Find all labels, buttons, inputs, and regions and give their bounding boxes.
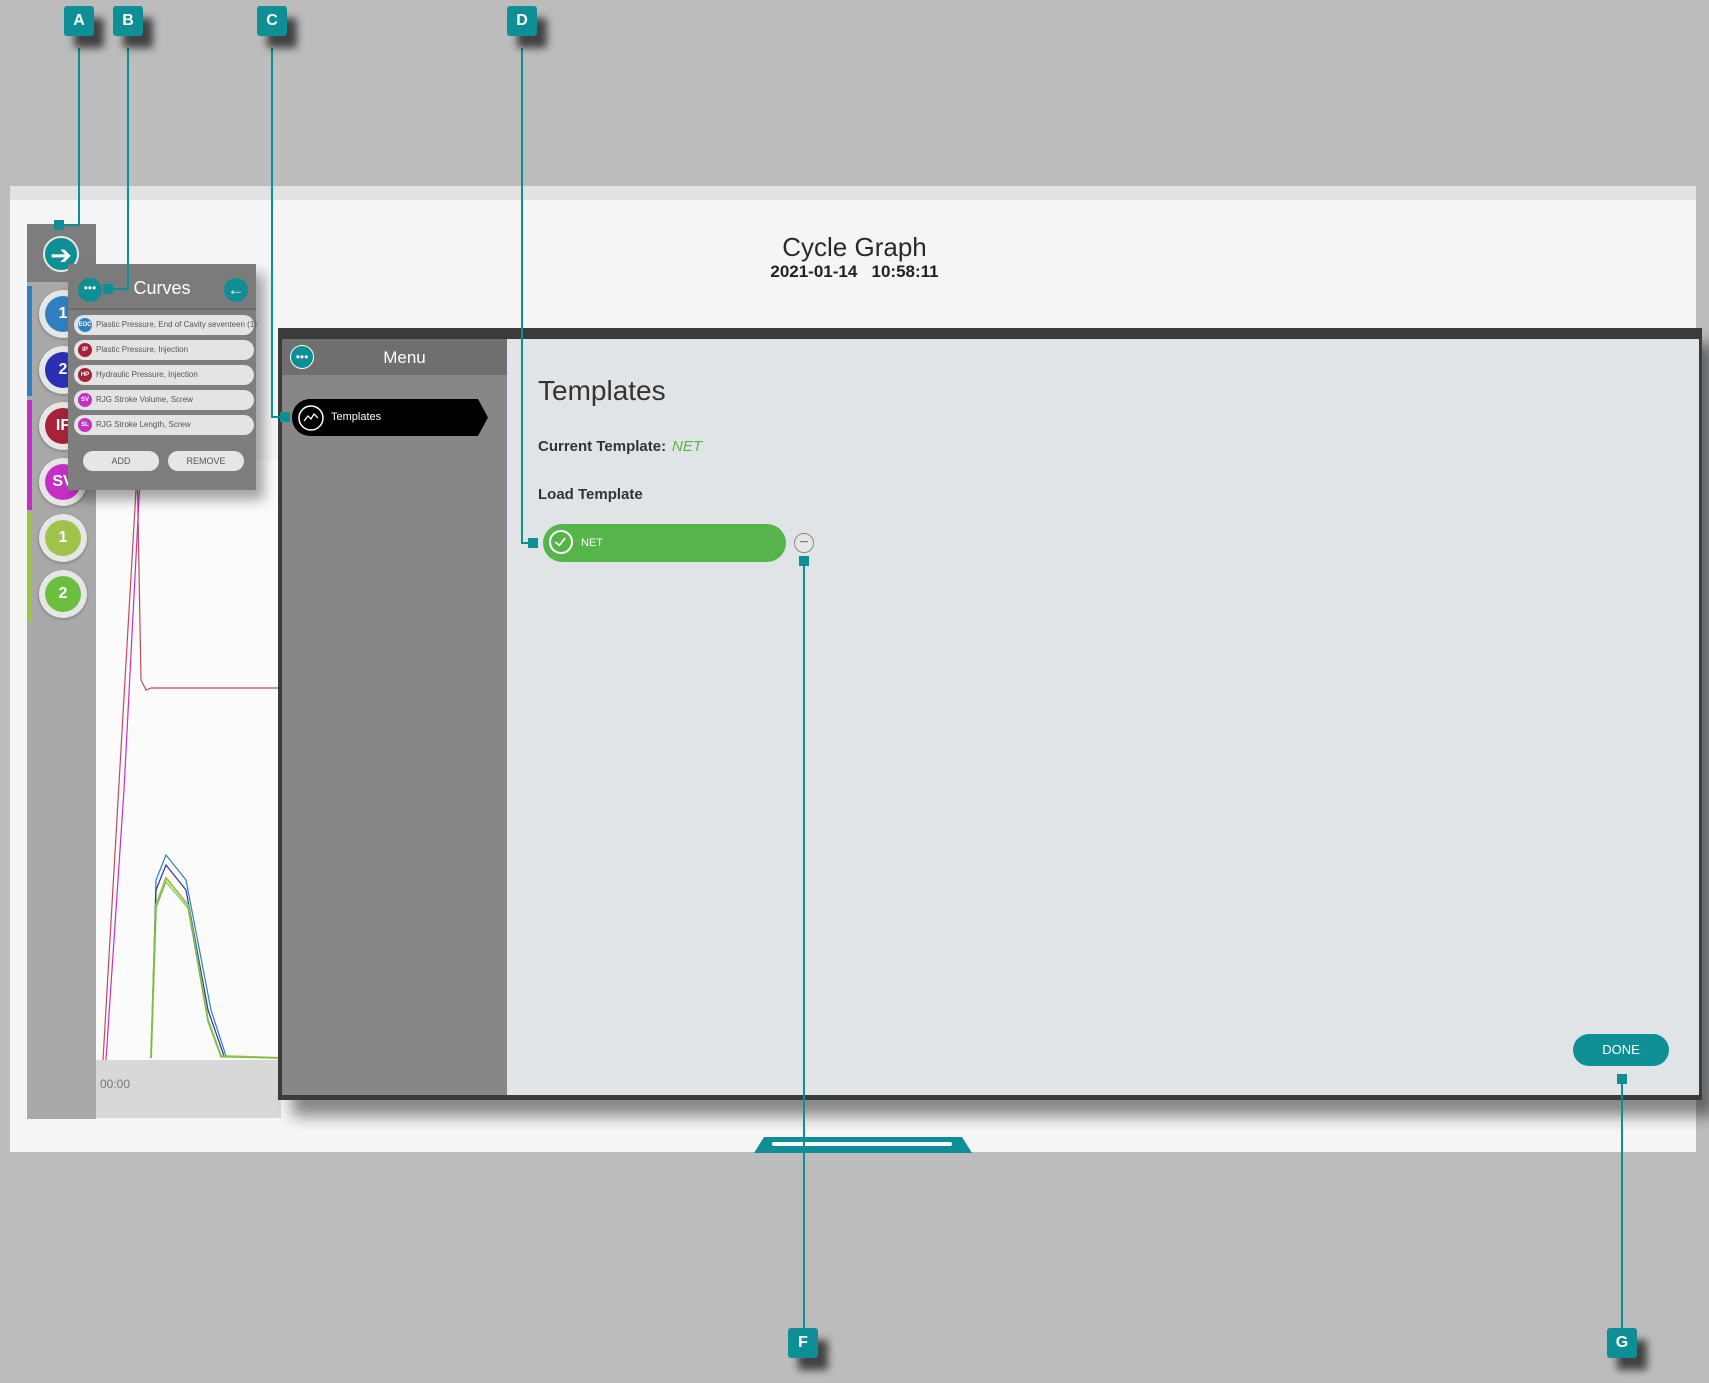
- minus-circle-icon: −: [799, 534, 809, 551]
- trace-injection-pressure-hold: [136, 459, 281, 691]
- curve-label: Plastic Pressure, Injection: [96, 345, 189, 354]
- curve-label: RJG Stroke Length, Screw: [96, 420, 191, 429]
- curve-list-item[interactable]: HP Hydraulic Pressure, Injection: [74, 365, 254, 385]
- callout-leader-f: [803, 560, 805, 1340]
- load-template-label: Load Template: [538, 486, 643, 503]
- current-template-value: NET: [672, 438, 702, 455]
- callout-d: D: [507, 6, 537, 36]
- callout-marker-f: [799, 556, 809, 566]
- curve-list-item[interactable]: SV RJG Stroke Volume, Screw: [74, 390, 254, 410]
- curves-more-button[interactable]: •••: [78, 278, 102, 302]
- cycle-timestamp: 2021-01-14 10:58:11: [0, 262, 1709, 282]
- done-button[interactable]: DONE: [1573, 1034, 1669, 1066]
- callout-leader-d: [521, 48, 523, 544]
- curve-badge: SV: [78, 393, 92, 407]
- curve-badge: SL: [78, 418, 92, 432]
- trace-cavity-2: [150, 863, 282, 1059]
- check-icon: [549, 530, 573, 554]
- callout-leader-g: [1621, 1081, 1623, 1341]
- chip-label: 1: [45, 520, 81, 556]
- callout-g: G: [1607, 1328, 1637, 1358]
- curves-collapse-button[interactable]: ←: [224, 278, 248, 302]
- cycle-time: 10:58:11: [871, 262, 939, 281]
- rail-stripe: [27, 400, 32, 510]
- curve-badge: HP: [78, 368, 92, 382]
- curve-label: Hydraulic Pressure, Injection: [96, 370, 198, 379]
- remove-curve-button[interactable]: REMOVE: [168, 451, 244, 471]
- x-tick-label: 00:00: [100, 1077, 131, 1091]
- drawer-handle-grip: [772, 1142, 952, 1146]
- curve-badge: IP: [78, 343, 92, 357]
- rail-stripe: [27, 286, 32, 396]
- cycle-date: 2021-01-14: [770, 262, 858, 281]
- trace-cavity-1: [150, 853, 282, 1059]
- template-label: NET: [581, 537, 603, 549]
- rail-chip[interactable]: 1: [39, 514, 87, 562]
- rail-stripe: [27, 512, 32, 622]
- line-chart-icon: [298, 405, 324, 431]
- current-template-label: Current Template:: [538, 438, 667, 455]
- menu-item-templates[interactable]: Templates: [292, 399, 488, 436]
- callout-marker-c: [280, 412, 290, 422]
- more-dots-icon: •••: [83, 281, 97, 295]
- template-net-button[interactable]: NET: [543, 524, 786, 562]
- callout-marker-g: [1617, 1074, 1627, 1084]
- callout-marker-b: [103, 284, 113, 294]
- callout-leader-c: [271, 48, 273, 418]
- curve-traces: [102, 459, 282, 1061]
- trace-injection-pressure: [102, 459, 141, 1061]
- app-topbar: [10, 186, 1696, 200]
- callout-leader-b: [127, 48, 129, 290]
- menu-title: Menu: [383, 348, 426, 367]
- trace-stroke-volume: [105, 459, 142, 1061]
- callout-f: F: [788, 1328, 818, 1358]
- dialog-menu: [282, 339, 507, 1095]
- page-title: Cycle Graph: [782, 232, 927, 262]
- curve-list-item[interactable]: EOC Plastic Pressure, End of Cavity seve…: [74, 315, 257, 335]
- curve-badge: EOC: [78, 318, 92, 332]
- callout-leader-a: [78, 48, 80, 226]
- curve-label: Plastic Pressure, End of Cavity seventee…: [96, 320, 257, 329]
- curve-list-item[interactable]: SL RJG Stroke Length, Screw: [74, 415, 254, 435]
- chip-label: 2: [45, 576, 81, 612]
- templates-heading: Templates: [538, 375, 666, 406]
- cycle-graph-plot[interactable]: [96, 459, 282, 1061]
- arrow-left-icon: ←: [227, 280, 245, 299]
- callout-marker-a: [54, 220, 64, 230]
- curve-list-item[interactable]: IP Plastic Pressure, Injection: [74, 340, 254, 360]
- callout-b: B: [113, 6, 143, 36]
- trace-green-1: [150, 876, 282, 1059]
- remove-template-button[interactable]: −: [794, 533, 814, 553]
- callout-c: C: [257, 6, 287, 36]
- callout-a: A: [64, 6, 94, 36]
- menu-item-label: Templates: [331, 411, 382, 423]
- curve-label: RJG Stroke Volume, Screw: [96, 395, 193, 404]
- callout-marker-d: [528, 538, 538, 548]
- add-curve-button[interactable]: ADD: [83, 451, 159, 471]
- rail-chip[interactable]: 2: [39, 570, 87, 618]
